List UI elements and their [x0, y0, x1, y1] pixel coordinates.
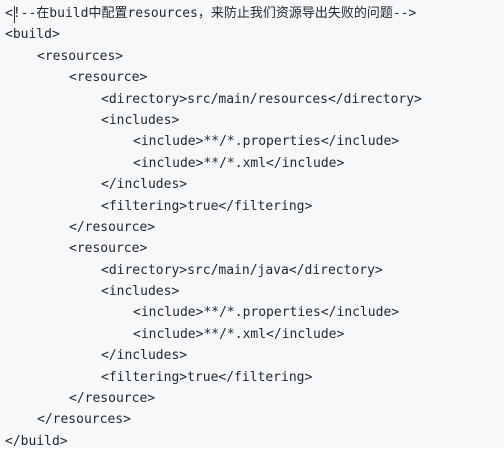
code-line: <build>: [5, 27, 60, 43]
text-cursor: [14, 6, 15, 23]
code-line: <include>**/*.properties</include>: [133, 305, 400, 321]
code-line: </resource>: [69, 219, 156, 235]
code-line: </includes>: [101, 177, 188, 193]
code-line: <includes>: [101, 284, 180, 300]
code-line: </includes>: [101, 348, 188, 364]
code-line: </resources>: [37, 412, 131, 428]
code-line: <directory>src/main/resources</directory…: [101, 91, 422, 107]
code-line: </build>: [5, 433, 68, 449]
code-block: <!--在build中配置resources，来防止我们资源导出失败的问题-->…: [0, 0, 504, 449]
code-line: <resource>: [69, 70, 148, 86]
code-line: <include>**/*.properties</include>: [133, 134, 400, 150]
code-line-comment: <!--在build中配置resources，来防止我们资源导出失败的问题-->: [5, 6, 417, 21]
code-line: <resource>: [69, 241, 148, 257]
code-line: <includes>: [101, 112, 180, 128]
code-line: <include>**/*.xml</include>: [133, 155, 345, 171]
code-line: </resource>: [69, 391, 156, 407]
code-line: <filtering>true</filtering>: [101, 198, 313, 214]
code-line: <directory>src/main/java</directory>: [101, 262, 383, 278]
code-line: <include>**/*.xml</include>: [133, 326, 345, 342]
code-line: <filtering>true</filtering>: [101, 369, 313, 385]
code-line: <resources>: [37, 48, 124, 64]
